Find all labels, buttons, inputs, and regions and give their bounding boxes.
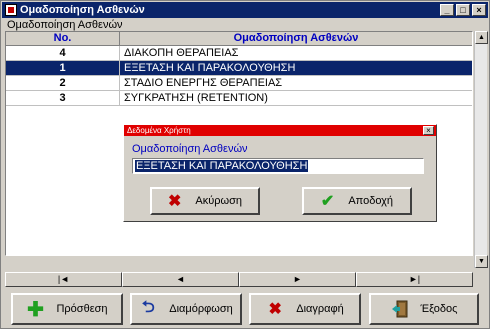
first-record-button[interactable]: |◄ bbox=[5, 272, 122, 287]
header-name[interactable]: Ομαδοποίηση Ασθενών bbox=[120, 32, 472, 45]
vertical-scrollbar[interactable]: ▲ ▼ bbox=[474, 31, 488, 268]
cell-no: 1 bbox=[6, 61, 120, 75]
edit-icon: ⮌ bbox=[141, 298, 155, 316]
dialog-close-icon[interactable]: × bbox=[423, 126, 434, 135]
accept-label: Αποδοχή bbox=[348, 195, 394, 207]
exit-label: Έξοδος bbox=[420, 303, 458, 315]
record-navigator: |◄ ◄ ► ►| bbox=[5, 272, 473, 287]
prev-record-button[interactable]: ◄ bbox=[122, 272, 239, 287]
next-record-button[interactable]: ► bbox=[239, 272, 356, 287]
cell-no: 2 bbox=[6, 76, 120, 90]
dialog-title-bar[interactable]: Δεδομένα Χρήστη × bbox=[124, 125, 436, 136]
add-label: Πρόσθεση bbox=[56, 303, 108, 315]
cell-name: ΕΞΕΤΑΣΗ ΚΑΙ ΠΑΡΑΚΟΛΟΥΘΗΣΗ bbox=[124, 62, 296, 74]
section-label: Ομαδοποίηση Ασθενών bbox=[7, 19, 123, 31]
group-name-input[interactable]: ΕΞΕΤΑΣΗ ΚΑΙ ΠΑΡΑΚΟΛΟΥΘΗΣΗ bbox=[132, 158, 424, 174]
delete-x-icon: ✖ bbox=[268, 301, 282, 318]
exit-button[interactable]: Έξοδος bbox=[369, 293, 479, 325]
cell-no: 4 bbox=[6, 46, 120, 60]
cell-no: 3 bbox=[6, 91, 120, 105]
table-row[interactable]: 3 ΣΥΓΚΡΑΤΗΣΗ (RETENTION) bbox=[6, 91, 472, 106]
last-record-button[interactable]: ►| bbox=[356, 272, 473, 287]
check-icon: ✔ bbox=[320, 193, 335, 210]
edit-label: Διαμόρφωση bbox=[169, 303, 233, 315]
exit-door-icon bbox=[391, 300, 409, 318]
table-row[interactable]: 4 ΔΙΑΚΟΠΗ ΘΕΡΑΠΕΙΑΣ bbox=[6, 46, 472, 61]
table-row-selected[interactable]: 1 ΕΞΕΤΑΣΗ ΚΑΙ ΠΑΡΑΚΟΛΟΥΘΗΣΗ bbox=[6, 61, 472, 76]
table-row[interactable]: 2 ΣΤΑΔΙΟ ΕΝΕΡΓΗΣ ΘΕΡΑΠΕΙΑΣ bbox=[6, 76, 472, 91]
cell-name: ΣΤΑΔΙΟ ΕΝΕΡΓΗΣ ΘΕΡΑΠΕΙΑΣ bbox=[124, 77, 283, 89]
dialog-title: Δεδομένα Χρήστη bbox=[127, 126, 191, 135]
scroll-down-icon[interactable]: ▼ bbox=[475, 255, 488, 268]
scroll-up-icon[interactable]: ▲ bbox=[475, 31, 488, 44]
grid-header: No. Ομαδοποίηση Ασθενών bbox=[6, 32, 472, 46]
title-bar[interactable]: Ομαδοποίηση Ασθενών _ □ × bbox=[2, 2, 488, 18]
action-bar: ✚ Πρόσθεση ⮌ Διαμόρφωση ✖ Διαγραφή Έξοδο… bbox=[11, 293, 481, 325]
close-button[interactable]: × bbox=[472, 4, 486, 16]
input-value: ΕΞΕΤΑΣΗ ΚΑΙ ΠΑΡΑΚΟΛΟΥΘΗΣΗ bbox=[135, 160, 309, 172]
app-icon bbox=[5, 4, 17, 16]
window-title: Ομαδοποίηση Ασθενών bbox=[20, 4, 145, 16]
add-button[interactable]: ✚ Πρόσθεση bbox=[11, 293, 123, 325]
header-no[interactable]: No. bbox=[6, 32, 120, 45]
plus-icon: ✚ bbox=[27, 298, 44, 321]
cancel-label: Ακύρωση bbox=[195, 195, 242, 207]
accept-button[interactable]: ✔ Αποδοχή bbox=[302, 187, 412, 215]
dialog-field-label: Ομαδοποίηση Ασθενών bbox=[132, 143, 248, 155]
edit-button[interactable]: ⮌ Διαμόρφωση bbox=[130, 293, 242, 325]
minimize-button[interactable]: _ bbox=[440, 4, 454, 16]
delete-label: Διαγραφή bbox=[296, 303, 344, 315]
cell-name: ΔΙΑΚΟΠΗ ΘΕΡΑΠΕΙΑΣ bbox=[124, 47, 239, 59]
cancel-x-icon: ✖ bbox=[167, 193, 182, 210]
maximize-button[interactable]: □ bbox=[456, 4, 470, 16]
cell-name: ΣΥΓΚΡΑΤΗΣΗ (RETENTION) bbox=[124, 92, 268, 104]
main-window: Ομαδοποίηση Ασθενών _ □ × Ομαδοποίηση Ασ… bbox=[0, 0, 490, 329]
cancel-button[interactable]: ✖ Ακύρωση bbox=[150, 187, 260, 215]
user-data-dialog: Δεδομένα Χρήστη × Ομαδοποίηση Ασθενών ΕΞ… bbox=[123, 124, 437, 222]
delete-button[interactable]: ✖ Διαγραφή bbox=[249, 293, 361, 325]
